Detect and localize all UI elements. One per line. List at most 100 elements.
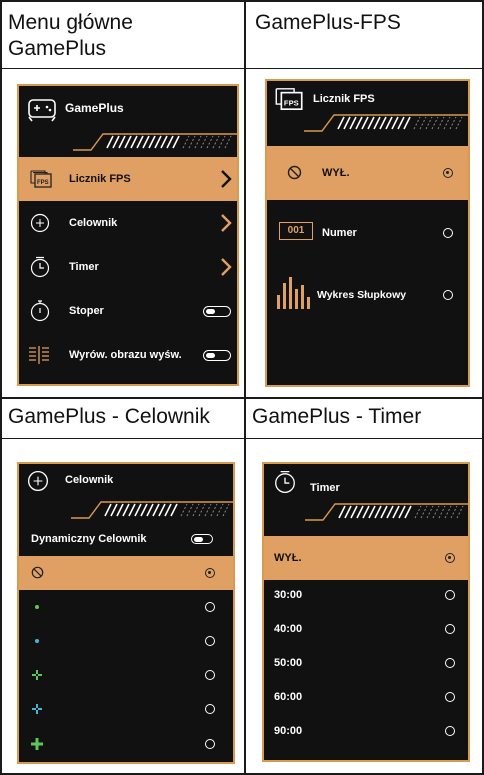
menu-item-timer[interactable]: Timer xyxy=(19,245,237,289)
number-badge: 001 xyxy=(279,222,313,240)
radio-selected[interactable] xyxy=(445,553,455,563)
menu-item-label: Wyrów. obrazu wyśw. xyxy=(69,349,182,361)
chevron-right-icon xyxy=(221,170,232,188)
crosshair-option-cyan-dot[interactable] xyxy=(19,624,233,658)
off-icon xyxy=(287,165,302,180)
green-cross-icon xyxy=(32,670,42,680)
green-plus-icon xyxy=(31,738,43,750)
crosshair-option-cyan-cross[interactable] xyxy=(19,692,233,726)
alignment-toggle[interactable] xyxy=(203,350,231,361)
timer-option-label: WYŁ. xyxy=(274,552,302,564)
chevron-right-icon xyxy=(221,258,232,276)
panel-header: GamePlus xyxy=(19,86,237,156)
radio-unselected[interactable] xyxy=(445,624,455,634)
menu-item-label: Celownik xyxy=(69,217,118,229)
table-divider-vertical xyxy=(244,0,246,775)
radio-unselected[interactable] xyxy=(445,726,455,736)
fps-option-label: Numer xyxy=(322,227,357,239)
radio-unselected[interactable] xyxy=(443,290,453,300)
panel-title: Licznik FPS xyxy=(313,93,375,105)
fps-option-bar-graph[interactable]: Wykres Słupkowy xyxy=(267,265,468,325)
radio-unselected[interactable] xyxy=(205,670,215,680)
fps-option-off[interactable]: WYŁ. xyxy=(267,146,468,200)
cyan-cross-icon xyxy=(32,704,42,714)
timer-icon xyxy=(30,256,50,278)
fps-panel: FPS Licznik FPS WYŁ. 001 Numer Wykres Sł… xyxy=(265,79,470,387)
crosshair-option-off[interactable] xyxy=(19,556,233,590)
menu-item-crosshair[interactable]: Celownik xyxy=(19,201,237,245)
timer-option-label: 50:00 xyxy=(274,657,303,669)
timer-option-60[interactable]: 60:00 xyxy=(264,682,468,712)
timer-option-label: 60:00 xyxy=(274,691,303,703)
off-icon xyxy=(31,566,44,579)
cyan-dot-icon xyxy=(35,639,39,643)
table-border-top xyxy=(0,0,484,2)
decorative-stripe xyxy=(304,114,468,132)
fps-icon: FPS xyxy=(275,88,303,111)
radio-selected[interactable] xyxy=(443,168,453,178)
menu-item-fps[interactable]: FPS Licznik FPS xyxy=(19,157,237,201)
fps-option-label: WYŁ. xyxy=(322,167,350,179)
decorative-stripe xyxy=(71,501,233,519)
main-menu-panel: GamePlus FPS Licznik FPS Celownik Timer … xyxy=(17,84,239,386)
panel-header: Timer xyxy=(264,464,468,534)
timer-option-90[interactable]: 90:00 xyxy=(264,716,468,746)
cell-title-main: Menu główne GamePlus xyxy=(8,11,133,60)
timer-option-50[interactable]: 50:00 xyxy=(264,648,468,678)
panel-title: Celownik xyxy=(65,474,114,486)
cell-title-crosshair: GamePlus - Celownik xyxy=(8,405,210,428)
fps-option-label: Wykres Słupkowy xyxy=(317,289,407,301)
bar-graph-icon xyxy=(277,277,310,309)
gamepad-icon xyxy=(28,99,56,122)
timer-option-off[interactable]: WYŁ. xyxy=(264,536,468,580)
stopwatch-toggle[interactable] xyxy=(203,306,231,317)
cell-title-fps: GamePlus-FPS xyxy=(255,11,401,34)
timer-option-30[interactable]: 30:00 xyxy=(264,580,468,610)
timer-option-40[interactable]: 40:00 xyxy=(264,614,468,644)
dynamic-crosshair-toggle[interactable] xyxy=(191,534,213,544)
svg-text:FPS: FPS xyxy=(284,98,299,107)
radio-unselected[interactable] xyxy=(445,658,455,668)
radio-unselected[interactable] xyxy=(205,636,215,646)
dynamic-crosshair-label: Dynamiczny Celownik xyxy=(31,533,147,545)
table-border-left xyxy=(0,0,2,775)
crosshair-icon xyxy=(30,213,50,233)
radio-unselected[interactable] xyxy=(205,704,215,714)
crosshair-option-green-dot[interactable] xyxy=(19,590,233,624)
radio-selected[interactable] xyxy=(205,568,215,578)
radio-unselected[interactable] xyxy=(445,590,455,600)
svg-text:FPS: FPS xyxy=(37,180,49,186)
panel-header: FPS Licznik FPS xyxy=(267,81,468,151)
align-icon xyxy=(29,346,49,364)
menu-item-label: Licznik FPS xyxy=(69,173,131,185)
cell-title-timer: GamePlus - Timer xyxy=(252,405,422,428)
crosshair-icon xyxy=(27,470,49,492)
menu-item-alignment[interactable]: Wyrów. obrazu wyśw. xyxy=(19,333,237,377)
crosshair-option-green-cross[interactable] xyxy=(19,658,233,692)
decorative-stripe xyxy=(305,503,468,521)
table-divider-middle xyxy=(0,397,484,399)
crosshair-panel: Celownik Dynamiczny Celownik xyxy=(17,462,235,764)
panel-title: Timer xyxy=(310,482,340,494)
table-divider-row3 xyxy=(0,438,484,439)
stopwatch-icon xyxy=(30,300,50,322)
timer-option-label: 40:00 xyxy=(274,623,303,635)
radio-unselected[interactable] xyxy=(445,692,455,702)
fps-option-number[interactable]: 001 Numer xyxy=(267,209,468,257)
radio-unselected[interactable] xyxy=(205,739,215,749)
chevron-right-icon xyxy=(221,214,232,232)
panel-title: GamePlus xyxy=(65,101,124,115)
crosshair-option-green-plus[interactable] xyxy=(19,726,233,762)
fps-icon: FPS xyxy=(30,170,52,188)
green-dot-icon xyxy=(35,605,39,609)
radio-unselected[interactable] xyxy=(205,602,215,612)
radio-unselected[interactable] xyxy=(443,228,453,238)
menu-item-label: Timer xyxy=(69,261,99,273)
menu-item-label: Stoper xyxy=(69,305,104,317)
decorative-stripe xyxy=(73,133,237,151)
dynamic-crosshair-row[interactable]: Dynamiczny Celownik xyxy=(19,524,233,554)
timer-option-label: 30:00 xyxy=(274,589,303,601)
table-divider-row1 xyxy=(0,68,484,69)
timer-option-label: 90:00 xyxy=(274,725,303,737)
menu-item-stopwatch[interactable]: Stoper xyxy=(19,289,237,333)
